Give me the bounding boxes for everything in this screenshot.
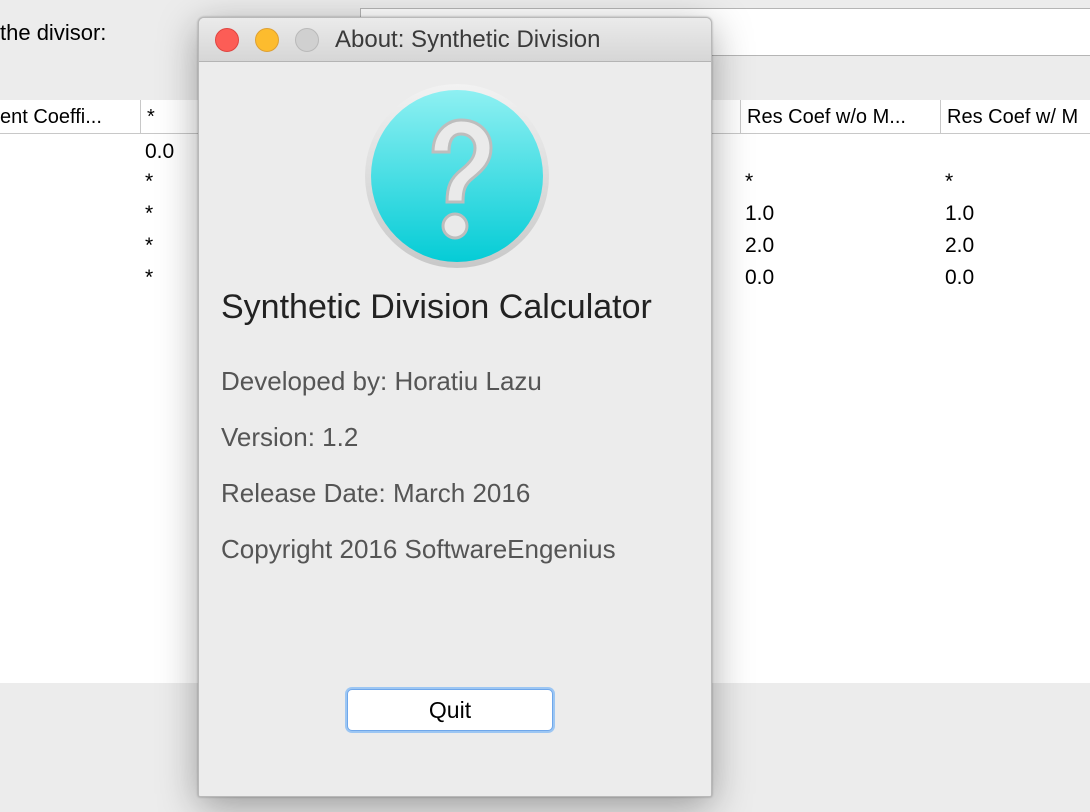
- table-cell[interactable]: *: [145, 266, 153, 290]
- table-cell[interactable]: 0.0: [745, 266, 774, 290]
- version-text: Version: 1.2: [221, 422, 359, 452]
- zoom-window-button[interactable]: [295, 28, 319, 52]
- table-cell[interactable]: *: [145, 170, 153, 194]
- close-window-button[interactable]: [215, 28, 239, 52]
- table-cell[interactable]: *: [145, 202, 153, 226]
- table-cell[interactable]: 0.0: [145, 140, 174, 164]
- table-cell[interactable]: 1.0: [945, 202, 974, 226]
- divisor-label: the divisor:: [0, 20, 107, 45]
- about-dialog: About: Synthetic Division Synthetic Divi…: [198, 17, 712, 797]
- developer-text: Developed by: Horatiu Lazu: [221, 366, 542, 396]
- column-header-star[interactable]: *: [140, 100, 200, 134]
- minimize-window-button[interactable]: [255, 28, 279, 52]
- title-bar[interactable]: About: Synthetic Division: [199, 18, 711, 62]
- dialog-title: About: Synthetic Division: [335, 26, 601, 53]
- column-header-res-coef-with[interactable]: Res Coef w/ M: [940, 100, 1090, 134]
- table-cell[interactable]: *: [945, 170, 953, 194]
- table-cell[interactable]: 2.0: [945, 234, 974, 258]
- column-header-res-coef-without[interactable]: Res Coef w/o M...: [740, 100, 940, 134]
- copyright-text: Copyright 2016 SoftwareEngenius: [221, 534, 616, 564]
- table-cell[interactable]: 2.0: [745, 234, 774, 258]
- quit-button[interactable]: Quit: [347, 689, 553, 731]
- table-cell[interactable]: 1.0: [745, 202, 774, 226]
- column-header-coefficient[interactable]: ent Coeffi...: [0, 100, 140, 134]
- question-mark-icon: [365, 84, 549, 268]
- table-cell[interactable]: *: [145, 234, 153, 258]
- table-cell[interactable]: 0.0: [945, 266, 974, 290]
- app-name: Synthetic Division Calculator: [221, 288, 652, 326]
- release-date-text: Release Date: March 2016: [221, 478, 531, 508]
- table-cell[interactable]: *: [745, 170, 753, 194]
